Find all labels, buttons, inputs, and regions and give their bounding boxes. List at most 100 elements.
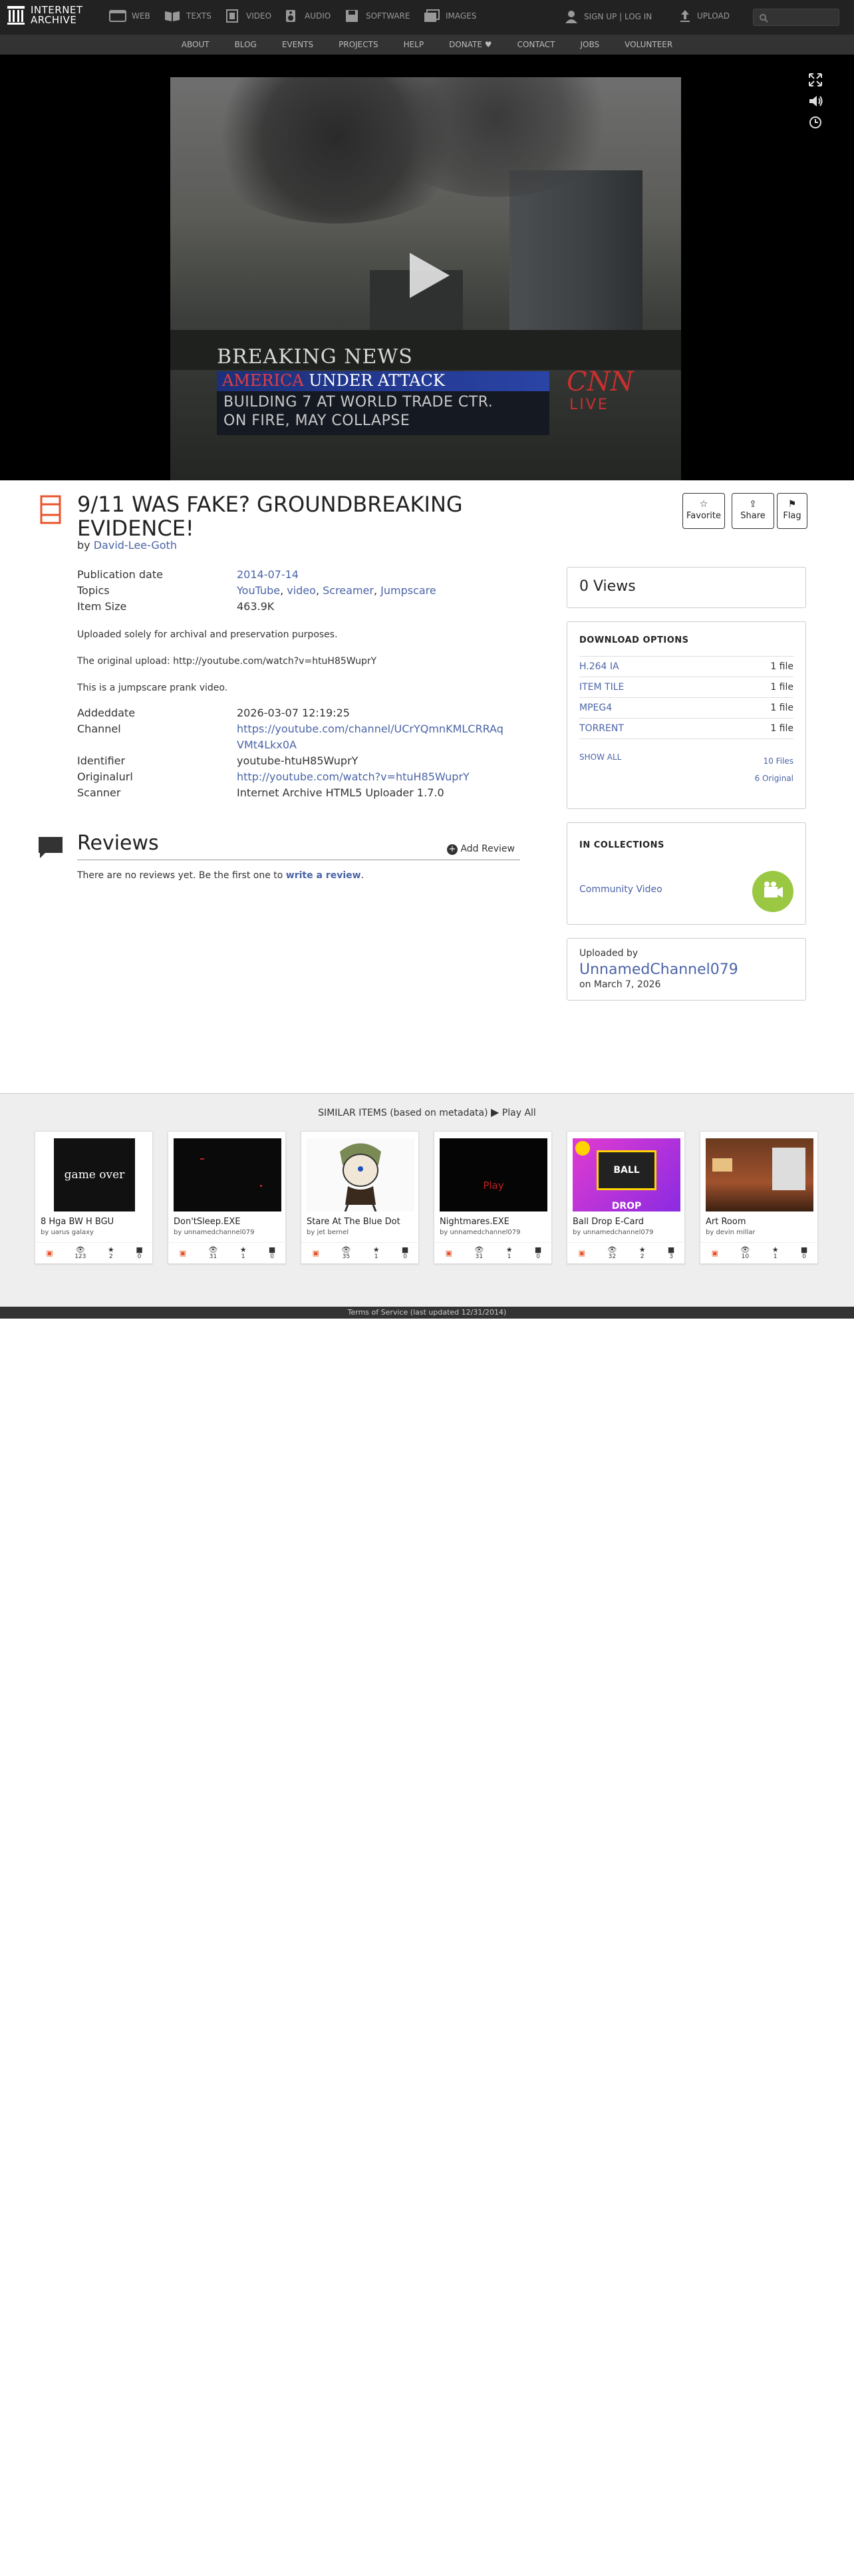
signup-login[interactable]: SIGN UP | LOG IN <box>564 9 652 24</box>
flag-button[interactable]: ⚑ Flag <box>777 493 807 529</box>
upload-label: UPLOAD <box>697 11 730 21</box>
nav-web[interactable]: WEB <box>109 9 150 23</box>
in-collections: IN COLLECTIONS Community Video <box>567 822 806 925</box>
download-row: MPEG4 1 file <box>579 698 793 719</box>
write-review-link[interactable]: write a review <box>286 870 361 881</box>
star-icon: ☆ <box>699 499 708 510</box>
card-favs: ★ 1 <box>506 1246 513 1261</box>
similar-card[interactable]: Stare At The Blue Dot by jet bernel ▣ 👁 3… <box>301 1131 420 1264</box>
originalurl-link[interactable]: http://youtube.com/watch?v=htuH85WuprY <box>237 770 470 783</box>
card-author: by unnamedchannel079 <box>573 1229 654 1236</box>
topic-link[interactable]: Screamer <box>323 584 374 597</box>
download-link[interactable]: TORRENT <box>579 723 624 734</box>
heart-icon: ♥ <box>484 40 492 49</box>
favorite-button[interactable]: ☆ Favorite <box>682 493 725 529</box>
upload-link[interactable]: UPLOAD <box>678 9 730 23</box>
film-icon: ▣ <box>445 1249 453 1257</box>
share-button[interactable]: ⇪ Share <box>732 493 774 529</box>
topic-link[interactable]: YouTube <box>237 584 280 597</box>
share-icon: ⇪ <box>749 499 757 510</box>
card-reviews: ■ 0 <box>402 1246 408 1261</box>
card-stats: ▣ 👁 32 ★ 2 ■ 3 <box>567 1242 686 1263</box>
card-reviews: ■ 0 <box>136 1246 142 1261</box>
similar-card[interactable]: Don'tSleep.EXE by unnamedchannel079 ▣ 👁 3… <box>168 1131 287 1264</box>
card-thumbnail: Play <box>440 1138 547 1211</box>
similar-card[interactable]: BALL DROP Ball Drop E-Card by unnamedcha… <box>567 1131 686 1264</box>
star-icon: ★ <box>107 1245 114 1254</box>
thumb-play-text: Play <box>483 1180 504 1192</box>
meta-key: Item Size <box>77 600 127 613</box>
card-title: Art Room <box>706 1217 746 1227</box>
collection-link[interactable]: Community Video <box>579 884 662 895</box>
similar-card[interactable]: Art Room by devin millar ▣ 👁 10 ★ 1 ■ 0 <box>700 1131 819 1264</box>
favorite-label: Favorite <box>686 511 721 521</box>
video-player[interactable]: BREAKING NEWS AMERICA UNDER ATTACK BUILD… <box>170 77 681 480</box>
film-icon: ▣ <box>179 1249 187 1257</box>
meta-originalurl: Originalurl http://youtube.com/watch?v=ht… <box>77 769 529 785</box>
clock-icon[interactable] <box>809 116 822 129</box>
author-link[interactable]: David-Lee-Goth <box>94 539 177 552</box>
volume-icon[interactable] <box>809 94 823 108</box>
comment-icon: ■ <box>667 1245 675 1254</box>
subnav-events[interactable]: EVENTS <box>282 40 313 49</box>
topic-link[interactable]: Jumpscare <box>380 584 436 597</box>
card-title: Don'tSleep.EXE <box>174 1217 241 1227</box>
file-counts: 10 Files 6 Original <box>755 752 793 787</box>
show-all-link[interactable]: SHOW ALL <box>579 752 621 787</box>
download-link[interactable]: H.264 IA <box>579 661 619 672</box>
meta-value: 2026-03-07 12:19:25 <box>237 707 350 719</box>
nav-software[interactable]: SOFTWARE <box>343 9 410 23</box>
card-reviews-count: 0 <box>802 1253 806 1260</box>
similar-card[interactable]: Play Nightmares.EXE by unnamedchannel079… <box>434 1131 553 1264</box>
card-type: ▣ <box>579 1249 585 1257</box>
nav-images[interactable]: IMAGES <box>423 9 476 23</box>
similar-card[interactable]: game over 8 Hga BW H BGU by uarus galaxy… <box>35 1131 154 1264</box>
meta-value: 463.9K <box>237 600 275 613</box>
nav-audio[interactable]: AUDIO <box>282 9 331 23</box>
download-link[interactable]: ITEM TILE <box>579 682 624 693</box>
subnav-donate-wrap[interactable]: DONATE ♥ <box>449 40 492 49</box>
similar-heading-text: SIMILAR ITEMS (based on metadata) <box>318 1108 488 1118</box>
card-views: 👁 31 <box>474 1246 484 1261</box>
fullscreen-icon[interactable] <box>809 73 822 86</box>
play-all-button[interactable]: ▶ Play All <box>491 1106 536 1118</box>
subnav-about[interactable]: ABOUT <box>182 40 210 49</box>
topic-link[interactable]: video <box>287 584 316 597</box>
card-type: ▣ <box>46 1249 53 1257</box>
download-count: 1 file <box>770 703 793 713</box>
nav-video[interactable]: VIDEO <box>223 9 271 23</box>
subnav-projects[interactable]: PROJECTS <box>339 40 378 49</box>
subnav-help[interactable]: HELP <box>404 40 424 49</box>
subnav-volunteer[interactable]: VOLUNTEER <box>625 40 672 49</box>
add-review-button[interactable]: + Add Review <box>447 844 515 855</box>
nav-texts[interactable]: TEXTS <box>164 9 212 23</box>
add-review-label: Add Review <box>460 844 515 854</box>
subnav-contact[interactable]: CONTACT <box>517 40 555 49</box>
subnav-blog[interactable]: BLOG <box>235 40 257 49</box>
uploader-link[interactable]: UnnamedChannel079 <box>579 961 793 978</box>
floppy-icon <box>346 10 358 22</box>
archive-logo[interactable]: INTERNET ARCHIVE <box>7 5 83 25</box>
download-list: H.264 IA 1 file ITEM TILE 1 file MPEG4 1 fi… <box>579 656 793 739</box>
pubdate-link[interactable]: 2014-07-14 <box>237 568 299 581</box>
channel-link[interactable]: https://youtube.com/channel/UCrYQmnKMLCR… <box>237 723 503 751</box>
download-link[interactable]: MPEG4 <box>579 703 612 713</box>
thumb-light <box>712 1158 732 1172</box>
meta-key: Topics <box>77 584 110 597</box>
card-reviews-count: 0 <box>270 1253 274 1260</box>
meta-key: Originalurl <box>77 770 133 783</box>
comment-icon: ■ <box>136 1245 143 1254</box>
cnn-logo-text: CNN <box>567 367 634 397</box>
subnav-jobs[interactable]: JOBS <box>580 40 599 49</box>
thumb-cartoon <box>340 1143 381 1211</box>
search-input[interactable] <box>753 9 839 26</box>
thumb-red-dot <box>260 1185 262 1187</box>
terms-link[interactable]: Terms of Service (last updated 12/31/201… <box>348 1308 507 1317</box>
download-row: H.264 IA 1 file <box>579 657 793 677</box>
collection-badge[interactable] <box>752 871 793 912</box>
original-link[interactable]: 6 Original <box>755 774 793 783</box>
files-link[interactable]: 10 Files <box>764 756 793 766</box>
channel-link-line-2: VMt4Lkx0A <box>237 738 297 751</box>
card-stats: ▣ 👁 10 ★ 1 ■ 0 <box>700 1242 819 1263</box>
play-icon[interactable] <box>410 253 450 298</box>
